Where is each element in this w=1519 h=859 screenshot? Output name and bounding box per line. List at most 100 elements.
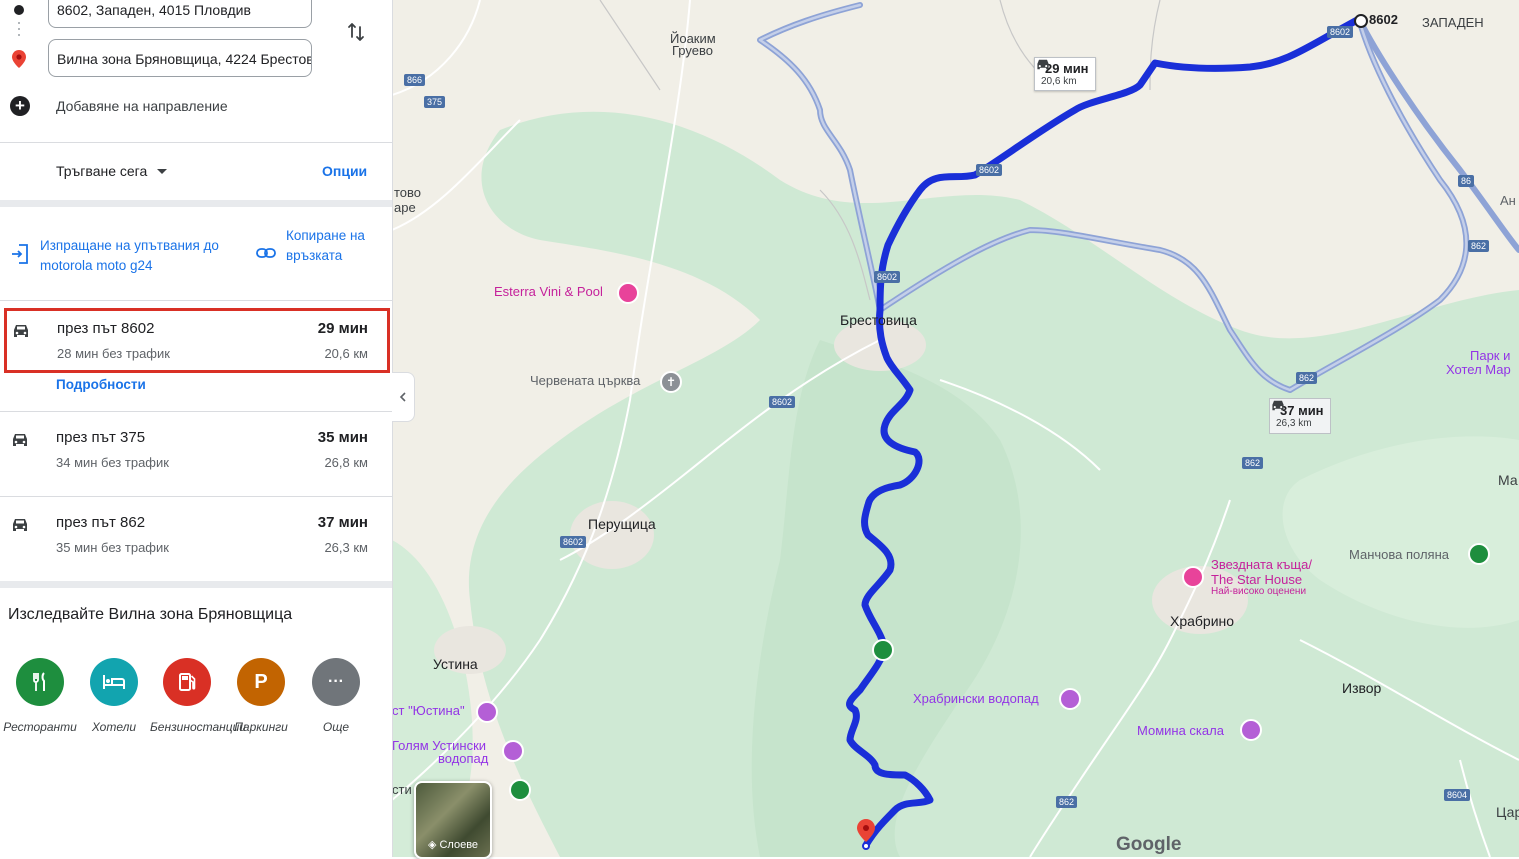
map-background [392, 0, 1519, 857]
layers-button[interactable]: ◈ Слоеве [414, 781, 492, 859]
road-shield: 862 [1242, 457, 1264, 469]
attraction-poi-icon[interactable] [476, 701, 498, 723]
park-poi-icon[interactable] [1468, 543, 1490, 565]
explore-title: Изследвайте Вилна зона Бряновщица [8, 606, 293, 623]
options-button[interactable]: Опции [322, 163, 367, 179]
directions-panel: 8602, Западен, 4015 Пловдив Вилна зона Б… [0, 0, 393, 857]
place-label: Груево [672, 43, 713, 58]
car-icon [14, 325, 28, 337]
divider [0, 300, 392, 301]
category-label: Паркинги [234, 720, 288, 734]
road-shield: 375 [424, 96, 446, 108]
restaurant-poi-icon[interactable] [872, 639, 894, 661]
poi-label[interactable]: The Star House [1211, 572, 1302, 587]
place-label: Перущица [588, 516, 656, 532]
route-time: 37 мин [317, 514, 368, 531]
poi-label[interactable]: Esterra Vini & Pool [494, 284, 603, 299]
attraction-poi-icon[interactable] [502, 740, 524, 762]
car-icon [1037, 59, 1049, 70]
destination-marker-icon[interactable] [857, 819, 875, 851]
layers-text: Слоеве [439, 839, 479, 851]
origin-dot-icon [14, 5, 24, 15]
road-shield: 8602 [1327, 26, 1354, 38]
poi-label[interactable]: Момина скала [1137, 723, 1224, 738]
bed-icon [90, 658, 138, 706]
road-shield: 862 [1468, 240, 1490, 252]
poi-label[interactable]: Храбрински водопад [913, 691, 1039, 706]
place-label: сти [392, 782, 412, 797]
hotel-poi-icon[interactable] [617, 282, 639, 304]
poi-label[interactable]: Звездната къща/ [1211, 557, 1312, 572]
callout-distance: 26,3 km [1276, 418, 1312, 429]
departure-label: Тръгване сега [56, 163, 148, 179]
map-canvas[interactable]: 866 375 8602 8602 8602 8602 8602 86 862 … [392, 0, 1519, 857]
attraction-poi-icon[interactable] [1240, 719, 1262, 741]
destination-pin-icon [12, 50, 26, 68]
route-time: 29 мин [317, 320, 368, 337]
category-label: Още [322, 720, 350, 734]
route-distance: 26,8 км [324, 455, 368, 470]
hotel-poi-icon[interactable] [1182, 566, 1204, 588]
category-more[interactable]: ··· Още [299, 658, 373, 734]
route-callout-selected[interactable]: 29 мин 20,6 km [1034, 57, 1096, 91]
send-to-phone-icon [12, 244, 28, 264]
place-label: Ма [1498, 472, 1518, 488]
place-label: Брестовица [840, 312, 917, 328]
restaurant-poi-icon[interactable] [509, 779, 531, 801]
category-hotels[interactable]: Хотели [77, 658, 151, 734]
route-details-link[interactable]: Подробности [56, 377, 146, 392]
copy-link-button[interactable]: Копиране на връзката [286, 226, 366, 266]
poi-label[interactable]: Манчова поляна [1349, 547, 1449, 562]
section-divider [0, 581, 392, 588]
place-label: Устина [433, 656, 478, 672]
route-option-862[interactable]: през път 862 35 мин без трафик 37 мин 26… [0, 497, 392, 581]
section-divider [0, 200, 392, 207]
route-name: през път 862 [56, 514, 146, 531]
google-logo: Google [1116, 834, 1182, 855]
layers-icon: ◈ [427, 839, 437, 851]
route-option-8602[interactable]: през път 8602 28 мин без трафик 29 мин 2… [4, 308, 390, 373]
poi-label[interactable]: Червената църква [530, 373, 640, 388]
place-label: Ан [1500, 193, 1516, 208]
poi-label[interactable]: Хотел Мар [1446, 362, 1511, 377]
poi-label[interactable]: Парк и [1470, 348, 1510, 363]
more-dots-icon: ··· [312, 658, 360, 706]
caret-down-icon [157, 168, 168, 174]
departure-time-dropdown[interactable]: Тръгване сега [56, 163, 168, 179]
divider [0, 142, 392, 143]
route-traffic: 34 мин без трафик [56, 455, 169, 470]
category-restaurants[interactable]: Ресторанти [3, 658, 77, 734]
origin-input[interactable]: 8602, Западен, 4015 Пловдив [48, 0, 312, 28]
destination-input[interactable]: Вилна зона Бряновщица, 4224 Брестовица [48, 39, 312, 77]
route-name: през път 8602 [57, 320, 155, 337]
attraction-poi-icon[interactable] [1059, 688, 1081, 710]
callout-time: 37 мин [1280, 403, 1324, 418]
route-traffic: 35 мин без трафик [56, 540, 169, 555]
place-label: тово [394, 185, 422, 200]
church-poi-icon[interactable]: ✝ [660, 371, 682, 393]
route-distance: 20,6 км [324, 346, 368, 361]
road-shield: 862 [1296, 372, 1318, 384]
road-shield: 8604 [1444, 789, 1471, 801]
poi-label[interactable]: водопад [438, 751, 488, 766]
place-label: Цар [1496, 804, 1519, 820]
swap-directions-icon[interactable] [344, 20, 368, 44]
start-marker-icon[interactable] [1354, 14, 1368, 28]
place-label: Извор [1342, 680, 1382, 696]
category-gas-stations[interactable]: Бензиностанции [150, 658, 246, 734]
road-shield: 862 [1056, 796, 1078, 808]
route-time: 35 мин [317, 429, 368, 446]
link-icon [256, 248, 276, 258]
road-shield: 866 [404, 74, 426, 86]
poi-label[interactable]: ст "Юстина" [392, 703, 465, 718]
route-callout-alternative[interactable]: 37 мин 26,3 km [1269, 398, 1331, 434]
layers-label: ◈ Слоеве [416, 838, 490, 851]
add-destination-button[interactable]: + Добавяне на направление [10, 94, 228, 118]
route-option-375[interactable]: през път 375 34 мин без трафик 35 мин 26… [0, 412, 392, 496]
road-shield: 8602 [976, 164, 1003, 176]
road-shield: 8602 [560, 536, 587, 548]
category-parking[interactable]: P Паркинги [224, 658, 298, 734]
collapse-panel-button[interactable] [392, 372, 415, 422]
road-shield: 86 [1458, 175, 1475, 187]
send-to-phone-link[interactable]: Изпращане на упътвания до motorola moto … [40, 236, 240, 276]
